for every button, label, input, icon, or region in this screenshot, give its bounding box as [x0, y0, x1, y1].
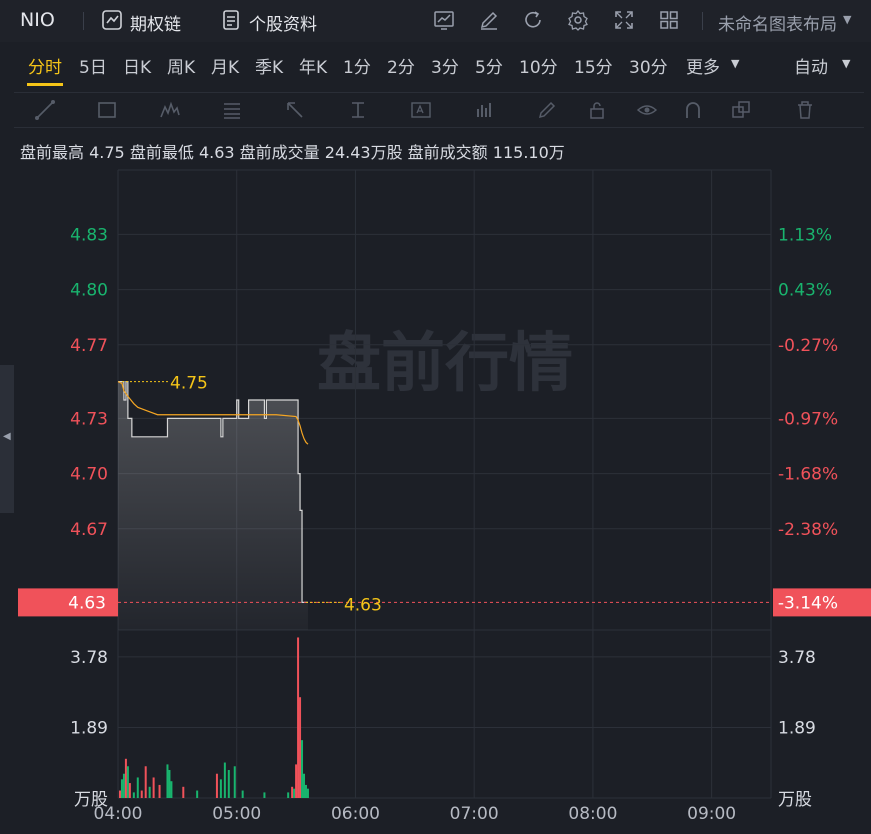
- x-tick-label: 07:00: [450, 804, 499, 824]
- volume-bar: [126, 766, 129, 798]
- volume-tick-label: 3.78: [778, 648, 816, 668]
- volume-bar: [152, 777, 155, 798]
- volume-bar: [297, 637, 300, 798]
- app-root: NIO 期权链 个股资料 未命名图表布局 ▼ 分时 5日 日K 周K 月K 季K…: [0, 0, 871, 834]
- volume-bar: [227, 770, 230, 798]
- volume-bar: [304, 784, 307, 798]
- volume-bar: [299, 697, 302, 798]
- volume-bar: [287, 792, 290, 798]
- x-tick-label: 05:00: [212, 804, 261, 824]
- volume-bar: [120, 779, 123, 798]
- volume-tick-label: 1.89: [70, 718, 108, 738]
- percent-tick-label: -2.38%: [778, 520, 838, 540]
- volume-bar: [122, 773, 125, 798]
- volume-bar: [215, 773, 218, 798]
- volume-bar: [233, 766, 236, 798]
- volume-bar: [223, 762, 226, 798]
- volume-bar: [168, 770, 171, 798]
- volume-bar: [263, 792, 266, 798]
- volume-unit-label: 万股: [778, 790, 812, 810]
- volume-bar: [128, 783, 131, 798]
- volume-bar: [182, 786, 185, 798]
- percent-tick-label: 1.13%: [778, 225, 832, 245]
- percent-tick-label: -1.68%: [778, 465, 838, 485]
- price-tick-label: 4.80: [70, 281, 108, 301]
- percent-tick-label: 0.43%: [778, 281, 832, 301]
- volume-bar: [196, 790, 199, 798]
- volume-bar: [144, 766, 147, 798]
- price-tick-label: 4.83: [70, 225, 108, 245]
- volume-bar: [291, 786, 294, 798]
- volume-bar: [124, 758, 127, 798]
- volume-unit-label: 万股: [74, 790, 108, 810]
- current-price-tag-text: 4.63: [68, 593, 106, 613]
- volume-bar: [132, 792, 135, 798]
- volume-bar: [140, 790, 143, 798]
- price-tick-label: 4.77: [70, 336, 108, 356]
- volume-bar: [166, 764, 169, 798]
- volume-bar: [295, 764, 298, 798]
- volume-bar: [118, 790, 121, 798]
- volume-bar: [219, 779, 222, 798]
- volume-bar: [148, 786, 151, 798]
- volume-bar: [303, 773, 306, 798]
- volume-tick-label: 1.89: [778, 718, 816, 738]
- x-tick-label: 06:00: [331, 804, 380, 824]
- price-tick-label: 4.70: [70, 465, 108, 485]
- volume-tick-label: 3.78: [70, 648, 108, 668]
- volume-bar: [158, 784, 161, 798]
- intraday-chart[interactable]: 盘前行情 4.63 -3.14%4.754.63 04:00 05:00 06:00 0…: [0, 0, 871, 834]
- volume-bar: [241, 790, 244, 798]
- high-marker-label: 4.75: [170, 374, 208, 394]
- volume-bar: [136, 777, 139, 798]
- volume-bar: [301, 740, 304, 798]
- volume-bar: [306, 788, 309, 798]
- volume-bar: [293, 788, 296, 798]
- volume-bar: [170, 781, 173, 798]
- price-tick-label: 4.73: [70, 409, 108, 429]
- low-marker-label: 4.63: [344, 595, 382, 615]
- x-tick-label: 08:00: [568, 804, 617, 824]
- percent-tick-label: -0.27%: [778, 336, 838, 356]
- current-percent-tag-text: -3.14%: [778, 593, 838, 613]
- x-tick-label: 09:00: [687, 804, 736, 824]
- percent-tick-label: -0.97%: [778, 409, 838, 429]
- price-tick-label: 4.67: [70, 520, 108, 540]
